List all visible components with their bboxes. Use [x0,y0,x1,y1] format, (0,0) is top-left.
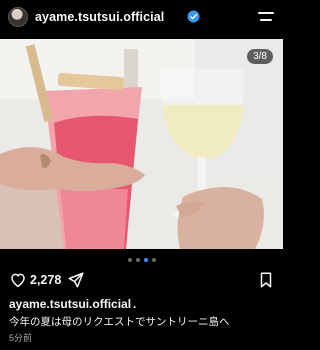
account-username[interactable]: ayame.tsutsui.official [35,10,164,24]
caption-text: 今年の夏は母のリクエストでサントリーニ島へ [9,316,230,328]
post-header: ayame.tsutsui.official [0,0,283,38]
carousel-dot[interactable] [151,258,156,262]
bookmark-icon[interactable] [258,271,274,289]
share-icon[interactable] [67,271,85,289]
heart-icon[interactable] [9,271,27,289]
post-actions: 2,278 [0,270,283,292]
carousel-dots [0,256,283,264]
caption-username-line: ayame.tsutsui.official. [9,297,136,311]
menu-icon[interactable] [258,12,274,23]
carousel-dot[interactable] [135,258,140,262]
carousel-counter: 3/8 [247,49,273,64]
carousel-dot[interactable] [127,258,132,262]
caption-separator: . [133,297,137,311]
like-count[interactable]: 2,278 [30,273,61,287]
caption-username[interactable]: ayame.tsutsui.official [9,297,131,311]
post-timestamp: 5分前 [9,333,33,343]
carousel-dot-active[interactable] [143,258,148,262]
avatar[interactable] [8,7,28,27]
drinks-photo [0,39,283,249]
verified-icon [187,10,200,23]
post-image[interactable]: 3/8 [0,39,283,249]
